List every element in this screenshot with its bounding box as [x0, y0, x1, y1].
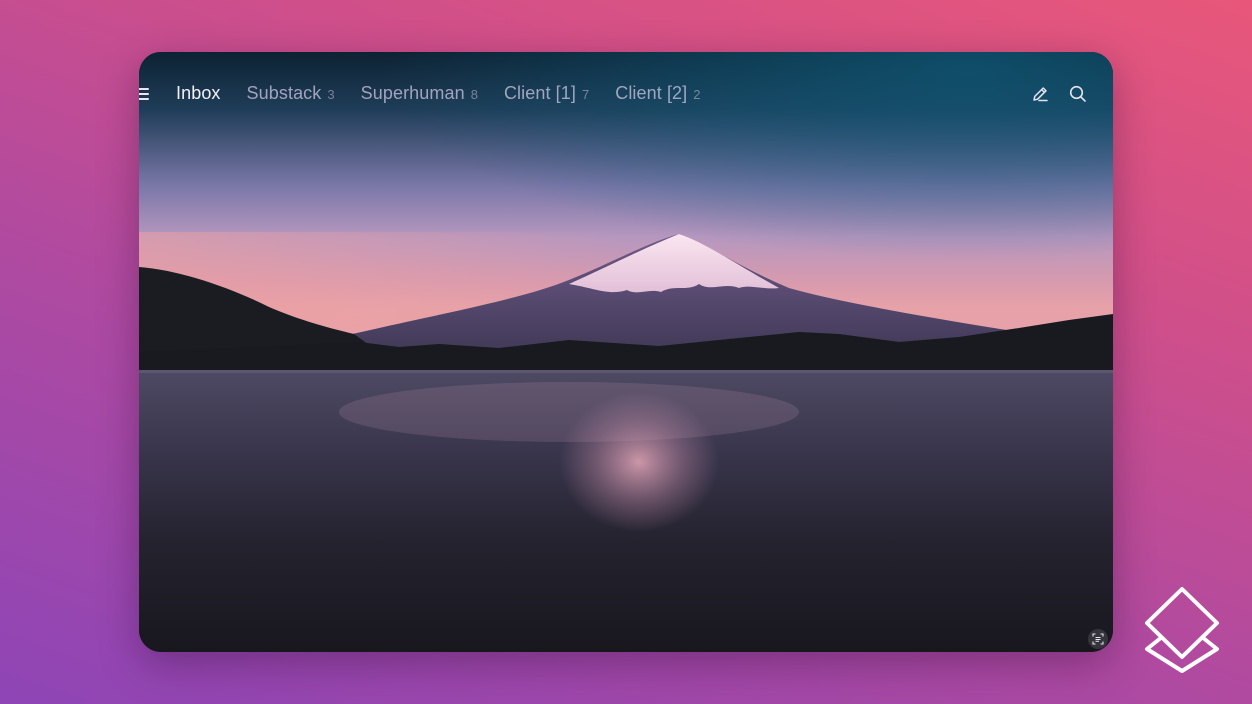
unread-count: 3 [327, 87, 335, 102]
unread-count: 8 [470, 87, 478, 102]
tab-label: Client [1] [503, 83, 576, 103]
compose-button[interactable] [1030, 84, 1050, 104]
tab-substack[interactable]: Substack 3 [247, 83, 335, 104]
wallpaper-mountain-lake [139, 52, 1113, 652]
app-window: Inbox Substack 3 Superhuman 8 Client [1]… [139, 52, 1113, 652]
tab-label: Superhuman [360, 83, 465, 103]
hamburger-menu-icon[interactable] [139, 86, 153, 102]
pencil-icon [1033, 87, 1048, 102]
split-inbox-tabs: Inbox Substack 3 Superhuman 8 Client [1]… [176, 83, 701, 104]
screen-text-icon [1092, 633, 1104, 645]
screen-text-button[interactable] [1088, 629, 1108, 649]
top-navigation-bar: Inbox Substack 3 Superhuman 8 Client [1]… [139, 52, 1113, 138]
unread-count: 2 [693, 87, 701, 102]
tab-client-1[interactable]: Client [1] 7 [504, 83, 589, 104]
tab-superhuman[interactable]: Superhuman 8 [361, 83, 478, 104]
magnifier-icon [1069, 85, 1086, 102]
tab-inbox[interactable]: Inbox [176, 83, 221, 104]
tab-label: Substack [246, 83, 322, 103]
tab-client-2[interactable]: Client [2] 2 [615, 83, 700, 104]
tab-label: Client [2] [615, 83, 688, 103]
search-button[interactable] [1068, 84, 1088, 104]
layers-logo-icon [1145, 587, 1219, 673]
tab-label: Inbox [176, 83, 221, 103]
unread-count: 7 [581, 87, 590, 102]
